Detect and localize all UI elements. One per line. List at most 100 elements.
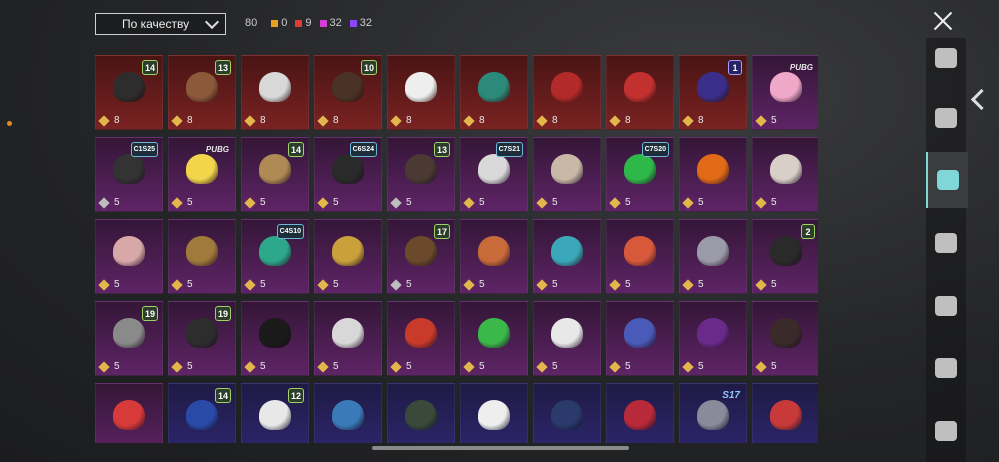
item-slot[interactable]: 5 [752, 301, 818, 376]
chevron-down-icon [204, 14, 220, 30]
item-slot[interactable]: 8 [606, 55, 674, 130]
item-slot[interactable] [95, 383, 163, 443]
item-slot[interactable]: 5 [679, 301, 747, 376]
item-badge: 13 [433, 142, 450, 157]
item-badge: 17 [433, 224, 450, 239]
sort-dropdown[interactable]: По качеству [95, 13, 226, 35]
item-slot[interactable]: 13 5 [387, 137, 455, 212]
gem-icon [682, 196, 694, 209]
item-points: 8 [463, 114, 485, 127]
gem-icon [682, 278, 694, 291]
item-badge: 1 [728, 60, 742, 75]
item-icon [474, 68, 514, 106]
item-slot[interactable]: 5 [533, 137, 601, 212]
item-icon [182, 232, 222, 270]
item-slot[interactable]: 5 [752, 137, 818, 212]
sidebar-tab-cap[interactable] [926, 152, 968, 208]
item-slot[interactable]: C6S24 5 [314, 137, 382, 212]
item-points: 5 [317, 360, 339, 373]
gem-icon [536, 360, 548, 373]
gem-icon [536, 196, 548, 209]
sidebar-tab-jacket[interactable] [926, 348, 966, 388]
item-slot[interactable]: C4S10 5 [241, 219, 309, 294]
item-points: 5 [609, 196, 631, 209]
item-points: 5 [171, 278, 193, 291]
item-slot[interactable] [752, 383, 818, 443]
quality-counts: 80 0 9 32 32 [245, 17, 380, 29]
gem-icon [171, 196, 183, 209]
item-badge: C7S21 [495, 142, 523, 157]
item-icon [766, 396, 806, 434]
horizontal-scrollbar[interactable] [372, 446, 629, 450]
item-badge: 10 [360, 60, 377, 75]
item-slot[interactable]: 8 [387, 55, 455, 130]
item-slot[interactable]: S17 [679, 383, 747, 443]
gem-icon [244, 360, 256, 373]
item-icon [328, 232, 368, 270]
item-slot[interactable]: C7S20 5 [606, 137, 674, 212]
item-slot[interactable]: 8 [241, 55, 309, 130]
item-icon [474, 314, 514, 352]
item-slot[interactable]: 5 [95, 219, 163, 294]
item-slot[interactable]: 5 [606, 219, 674, 294]
gem-icon [171, 114, 183, 127]
item-slot[interactable]: 12 [241, 383, 309, 443]
item-points: 5 [98, 196, 120, 209]
item-points: 5 [682, 278, 704, 291]
item-slot[interactable]: 5 [460, 301, 528, 376]
item-points: 5 [536, 196, 558, 209]
item-badge: 14 [214, 388, 231, 403]
item-slot[interactable]: 17 5 [387, 219, 455, 294]
item-icon [474, 232, 514, 270]
item-slot[interactable]: 8 [460, 55, 528, 130]
item-slot[interactable] [606, 383, 674, 443]
item-slot[interactable]: 5 [241, 301, 309, 376]
close-icon[interactable] [928, 6, 958, 36]
item-slot[interactable]: C1S25 5 [95, 137, 163, 212]
item-slot[interactable]: 14 8 [95, 55, 163, 130]
item-slot[interactable]: 14 5 [241, 137, 309, 212]
item-icon [620, 396, 660, 434]
sidebar-tab-helmet[interactable] [926, 98, 966, 138]
item-slot[interactable]: 5 [387, 301, 455, 376]
item-slot[interactable] [533, 383, 601, 443]
sidebar-tab-shirt[interactable] [926, 38, 966, 78]
item-slot[interactable]: 5 [679, 137, 747, 212]
gem-icon [463, 196, 475, 209]
item-slot[interactable]: 5 [533, 219, 601, 294]
sidebar-tab-mask[interactable] [926, 286, 966, 326]
item-slot[interactable]: 19 5 [95, 301, 163, 376]
item-slot[interactable]: 18 [679, 55, 747, 130]
item-slot[interactable] [387, 383, 455, 443]
gem-icon [98, 196, 110, 209]
item-slot[interactable]: 10 8 [314, 55, 382, 130]
item-slot[interactable]: 5 [460, 219, 528, 294]
item-slot[interactable]: 13 8 [168, 55, 236, 130]
item-slot[interactable]: 14 [168, 383, 236, 443]
item-icon [620, 232, 660, 270]
item-slot[interactable]: 5 [314, 301, 382, 376]
item-slot[interactable]: 5 [314, 219, 382, 294]
item-slot[interactable]: 8 [533, 55, 601, 130]
item-slot[interactable]: 5 [533, 301, 601, 376]
item-points: 5 [609, 360, 631, 373]
item-slot[interactable] [314, 383, 382, 443]
sidebar-tab-face[interactable] [926, 411, 966, 451]
gem-icon [390, 360, 402, 373]
item-slot[interactable]: 19 5 [168, 301, 236, 376]
item-slot[interactable]: PUBG 5 [752, 55, 818, 130]
item-icon [766, 232, 806, 270]
shirt-icon [935, 48, 957, 68]
item-slot[interactable]: 25 [752, 219, 818, 294]
item-badge: C1S25 [130, 142, 158, 157]
item-slot[interactable]: C7S21 5 [460, 137, 528, 212]
gem-icon [755, 114, 767, 127]
item-slot[interactable]: 5 [606, 301, 674, 376]
item-slot[interactable]: PUBG 5 [168, 137, 236, 212]
item-points: 5 [755, 114, 777, 127]
item-slot[interactable] [460, 383, 528, 443]
item-points: 5 [171, 360, 193, 373]
item-slot[interactable]: 5 [168, 219, 236, 294]
item-slot[interactable]: 5 [679, 219, 747, 294]
sidebar-tab-glasses[interactable] [926, 223, 966, 263]
